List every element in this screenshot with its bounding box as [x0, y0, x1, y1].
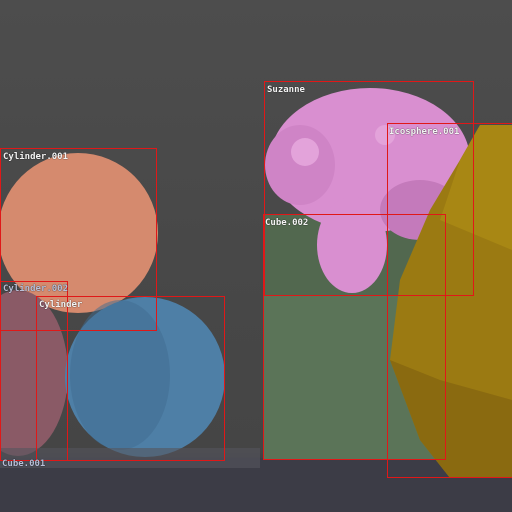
bbox-cylinder[interactable]: Cylinder: [36, 296, 225, 461]
bbox-label-cylinder-002: Cylinder.002: [3, 284, 69, 294]
bbox-label-icosphere-001: Icosphere.001: [389, 127, 460, 137]
bbox-label-suzanne: Suzanne: [267, 85, 305, 95]
label-cube-001: Cube.001: [2, 459, 46, 469]
bbox-label-cube-002: Cube.002: [265, 218, 309, 228]
3d-viewport[interactable]: Suzanne Icosphere.001 Cylinder.001 Cube.…: [0, 0, 512, 512]
bbox-cube-002[interactable]: Cube.002: [263, 214, 446, 460]
bbox-label-cylinder: Cylinder: [39, 300, 83, 310]
bbox-label-cylinder-001: Cylinder.001: [3, 152, 69, 162]
